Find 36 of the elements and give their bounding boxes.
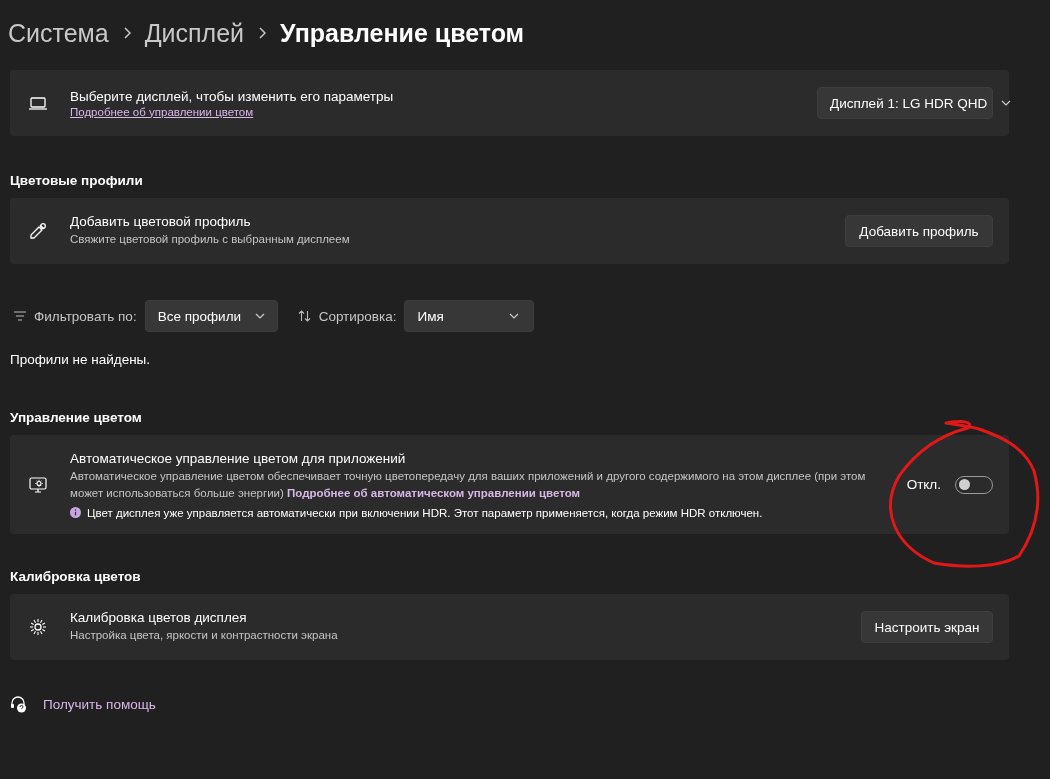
- filter-dropdown[interactable]: Все профили: [144, 300, 278, 332]
- card-title: Добавить цветовой профиль: [70, 214, 252, 229]
- get-help-link[interactable]: Получить помощь: [43, 697, 156, 712]
- add-profile-button[interactable]: Добавить профиль: [845, 215, 993, 247]
- chevron-down-icon: [1001, 100, 1012, 106]
- card-title: Калибровка цветов дисплея: [70, 610, 248, 625]
- sort-label: Сортировка:: [318, 308, 397, 324]
- chevron-right-icon: [122, 27, 131, 39]
- chevron-down-icon: [509, 313, 520, 319]
- sort-dropdown[interactable]: Имя: [404, 300, 535, 332]
- learn-more-link[interactable]: Подробнее об управлении цветом: [70, 105, 254, 118]
- filter-icon: [14, 311, 26, 321]
- filter-label: Фильтровать по:: [34, 308, 137, 324]
- empty-message: Профили не найдены.: [10, 352, 151, 367]
- help-headset-icon: [10, 696, 27, 713]
- monitor-sun-icon: [28, 474, 48, 495]
- card-title: Автоматическое управление цветом для приложений: [70, 450, 407, 466]
- section-heading: Цветовые профили: [10, 173, 144, 188]
- section-heading: Управление цветом: [10, 410, 143, 425]
- info-message: Цвет дисплея уже управляется автоматически при включении HDR. Этот параметр применяется, когда режим HDR отключен.: [87, 506, 763, 519]
- breadcrumb-item[interactable]: Система: [8, 18, 109, 48]
- card-title: Выберите дисплей, чтобы изменить его параметры: [70, 88, 395, 104]
- card-description: Настройка цвета, яркости и контрастности экрана: [70, 628, 339, 643]
- info-icon: [70, 507, 81, 518]
- chevron-right-icon: [258, 27, 267, 39]
- calibrate-button[interactable]: Настроить экран: [861, 611, 993, 643]
- breadcrumb-item[interactable]: Дисплей: [144, 18, 245, 48]
- toggle-label: Откл.: [906, 477, 941, 492]
- section-heading: Калибровка цветов: [10, 569, 142, 584]
- sort-icon: [297, 310, 311, 322]
- chevron-down-icon: [255, 313, 266, 319]
- learn-more-link[interactable]: Подробнее об автоматическом управлении цветом: [287, 486, 581, 499]
- card-description: Автоматическое управление цветом обеспечивает точную цветопередачу для ваших приложений и другого содержимого на этом дисплее (при этом может использоваться больше энергии) Подробнее об автоматическом управлении цветом: [70, 468, 867, 501]
- card-description: Свяжите цветовой профиль с выбранным дисплеем: [70, 232, 351, 247]
- breadcrumb-item[interactable]: Управление цветом: [280, 18, 525, 48]
- sun-icon: [28, 617, 48, 637]
